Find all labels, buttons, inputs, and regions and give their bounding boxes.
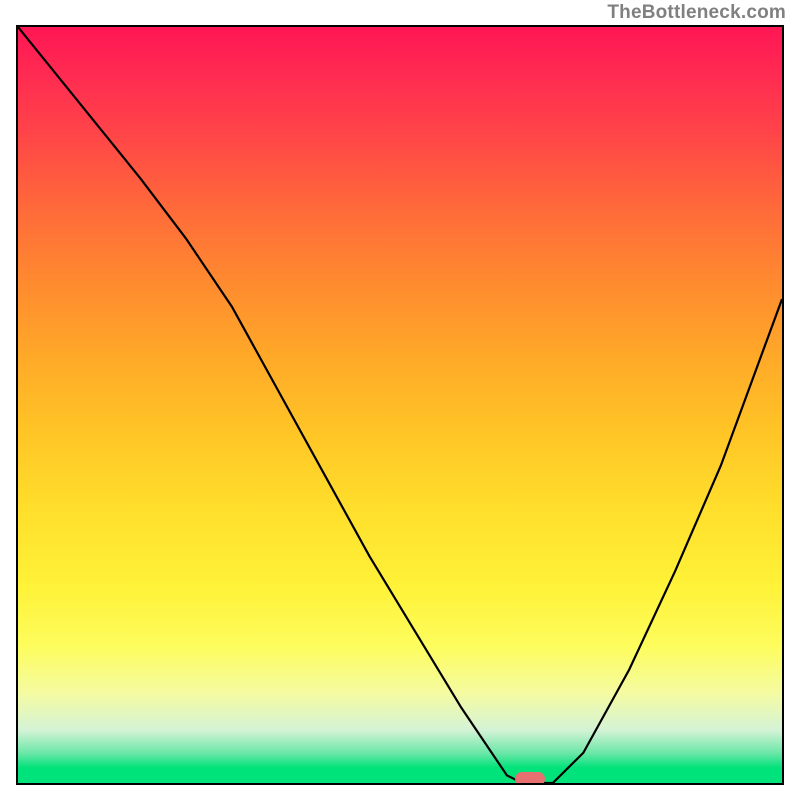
bottleneck-chart: TheBottleneck.com xyxy=(0,0,800,800)
curve-layer xyxy=(18,27,782,783)
watermark-text: TheBottleneck.com xyxy=(607,2,786,24)
bottleneck-curve-path xyxy=(18,27,782,783)
optimal-marker xyxy=(515,772,545,785)
plot-area xyxy=(16,25,784,785)
